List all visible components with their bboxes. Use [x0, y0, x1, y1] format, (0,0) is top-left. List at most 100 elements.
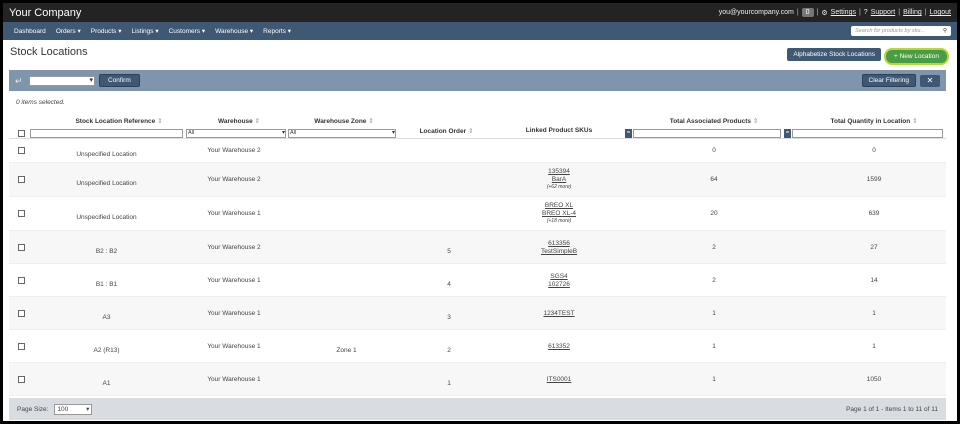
sku-link[interactable]: BREO XL: [514, 202, 604, 210]
cell-warehouse: Your Warehouse 2: [207, 176, 261, 183]
row-checkbox[interactable]: [18, 210, 25, 217]
nav-products[interactable]: Products ▾: [86, 27, 127, 35]
qty-filter-operator[interactable]: =: [784, 129, 791, 138]
sku-link[interactable]: BREO XL-4: [514, 210, 604, 218]
products-filter-operator[interactable]: =: [625, 129, 632, 138]
confirm-button[interactable]: Confirm: [99, 74, 140, 87]
row-checkbox[interactable]: [18, 147, 25, 154]
table-row[interactable]: Unspecified Location Your Warehouse 2 0 0: [9, 139, 946, 163]
qty-filter-input[interactable]: [792, 129, 943, 138]
cell-total-qty: 1: [872, 343, 876, 350]
grid-body: Unspecified Location Your Warehouse 2 0 0 Un…: [9, 139, 946, 396]
billing-link[interactable]: Billing: [903, 9, 922, 16]
zone-filter-select[interactable]: All: [288, 129, 396, 138]
table-row[interactable]: Unspecified Location Your Warehouse 1 BREO…: [9, 197, 946, 231]
column-header-ref[interactable]: Stock Location Reference ⇕: [59, 117, 179, 125]
page-title: Stock Locations: [10, 46, 88, 58]
new-location-button[interactable]: + New Location: [884, 48, 949, 65]
help-icon[interactable]: ?: [864, 9, 868, 16]
cell-total-products: 64: [710, 176, 718, 183]
user-email[interactable]: you@yourcompany.com: [719, 9, 794, 16]
search-placeholder: Search for products by sku...: [855, 28, 926, 34]
sku-link[interactable]: SGS4: [514, 273, 604, 281]
page-size-select[interactable]: 100 ▾: [54, 403, 93, 415]
settings-link[interactable]: Settings: [831, 9, 856, 16]
cell-total-products: 0: [712, 147, 716, 154]
cell-warehouse: Your Warehouse 1: [207, 210, 261, 217]
cell-order: 4: [447, 281, 451, 288]
nav-listings[interactable]: Listings ▾: [126, 27, 163, 35]
sku-link[interactable]: TestSimpleB: [514, 248, 604, 256]
sku-link[interactable]: 613356: [514, 240, 604, 248]
sku-link[interactable]: 135394: [514, 168, 604, 176]
logout-link[interactable]: Logout: [930, 9, 951, 16]
row-checkbox[interactable]: [18, 176, 25, 183]
ref-filter-input[interactable]: [30, 129, 183, 138]
nav-reports[interactable]: Reports ▾: [258, 27, 296, 35]
grid-footer: Page Size: 100 ▾ Page 1 of 1 - Items 1 t…: [9, 398, 946, 420]
cell-warehouse: Your Warehouse 1: [207, 376, 261, 383]
sku-link[interactable]: BarA: [514, 176, 604, 184]
cell-total-products: 1: [712, 343, 716, 350]
row-checkbox[interactable]: [18, 310, 25, 317]
warehouse-filter-select[interactable]: All: [186, 129, 286, 138]
more-skus-link[interactable]: (+62 more): [514, 184, 604, 191]
bulk-action-select[interactable]: [29, 75, 95, 86]
sku-link[interactable]: 613352: [514, 343, 604, 351]
select-all-checkbox[interactable]: [18, 130, 25, 137]
pager-info: Page 1 of 1 - Items 1 to 11 of 11: [846, 405, 938, 413]
sku-link[interactable]: ITS0001: [514, 376, 604, 384]
table-row[interactable]: A2 (R13) Your Warehouse 1 Zone 1 2 613352 1 1: [9, 330, 946, 363]
table-row[interactable]: B1 : B1 Your Warehouse 1 4 SGS4 102726 2 14: [9, 264, 946, 297]
nav-customers[interactable]: Customers ▾: [164, 27, 211, 35]
sku-link[interactable]: 1234TEST: [514, 310, 604, 318]
products-filter-input[interactable]: [633, 129, 781, 138]
column-header-total-products[interactable]: Total Associated Products ⇕: [639, 117, 789, 125]
row-checkbox[interactable]: [18, 244, 25, 251]
cell-total-qty: 639: [868, 210, 880, 217]
row-checkbox[interactable]: [18, 376, 25, 383]
cell-total-qty: 1: [872, 310, 876, 317]
product-search-input[interactable]: Search for products by sku... ⚲: [851, 26, 951, 36]
row-checkbox[interactable]: [18, 343, 25, 350]
sku-link[interactable]: 102726: [514, 281, 604, 289]
table-row[interactable]: B2 : B2 Your Warehouse 2 5 613356 TestSimple…: [9, 231, 946, 264]
nav-warehouse[interactable]: Warehouse ▾: [210, 27, 258, 35]
cell-total-qty: 0: [872, 147, 876, 154]
cell-warehouse: Your Warehouse 1: [207, 310, 261, 317]
table-row[interactable]: Unspecified Location Your Warehouse 2 1353…: [9, 163, 946, 197]
nav-dashboard[interactable]: Dashboard: [9, 28, 51, 35]
cell-zone: Zone 1: [336, 347, 357, 354]
table-row[interactable]: A1 Your Warehouse 1 1 ITS0001 1 1050: [9, 363, 946, 396]
column-header-warehouse[interactable]: Warehouse ⇕: [189, 117, 289, 125]
cell-ref: A1: [102, 380, 111, 387]
cell-ref: Unspecified Location: [76, 151, 137, 158]
cell-ref: B1 : B1: [95, 281, 118, 288]
page-size-label: Page Size:: [17, 405, 49, 413]
support-link[interactable]: Support: [871, 9, 896, 16]
cell-ref: A2 (R13): [93, 347, 120, 354]
notification-badge[interactable]: 0: [801, 8, 814, 17]
column-header-total-qty[interactable]: Total Quantity in Location ⇕: [799, 117, 949, 125]
cell-order: 3: [447, 314, 451, 321]
top-bar: Your Company you@yourcompany.com | 0 | ⚙…: [3, 3, 957, 22]
column-header-skus: Linked Product SKUs: [525, 127, 593, 134]
cell-warehouse: Your Warehouse 1: [207, 277, 261, 284]
cell-ref: A3: [102, 314, 111, 321]
corner-arrow-icon: ↵: [15, 75, 23, 86]
search-icon[interactable]: ⚲: [943, 28, 947, 34]
tools-icon[interactable]: ✕: [920, 74, 940, 87]
grid-toolbar: ↵ Confirm Clear Filtering ✕: [9, 70, 946, 91]
nav-orders[interactable]: Orders ▾: [51, 27, 86, 35]
column-header-order[interactable]: Location Order ⇕: [409, 127, 484, 135]
table-row[interactable]: A3 Your Warehouse 1 3 1234TEST 1 1: [9, 297, 946, 330]
gear-icon[interactable]: ⚙: [821, 9, 827, 17]
cell-order: 5: [447, 248, 451, 255]
column-header-zone[interactable]: Warehouse Zone ⇕: [294, 117, 394, 125]
page-header: Stock Locations Alphabetize Stock Locati…: [3, 40, 957, 70]
row-checkbox[interactable]: [18, 277, 25, 284]
alphabetize-button[interactable]: Alphabetize Stock Locations: [787, 48, 881, 61]
more-skus-link[interactable]: (+18 more): [514, 218, 604, 225]
cell-linked-skus: 1234TEST: [514, 310, 604, 318]
clear-filtering-button[interactable]: Clear Filtering: [861, 74, 916, 87]
